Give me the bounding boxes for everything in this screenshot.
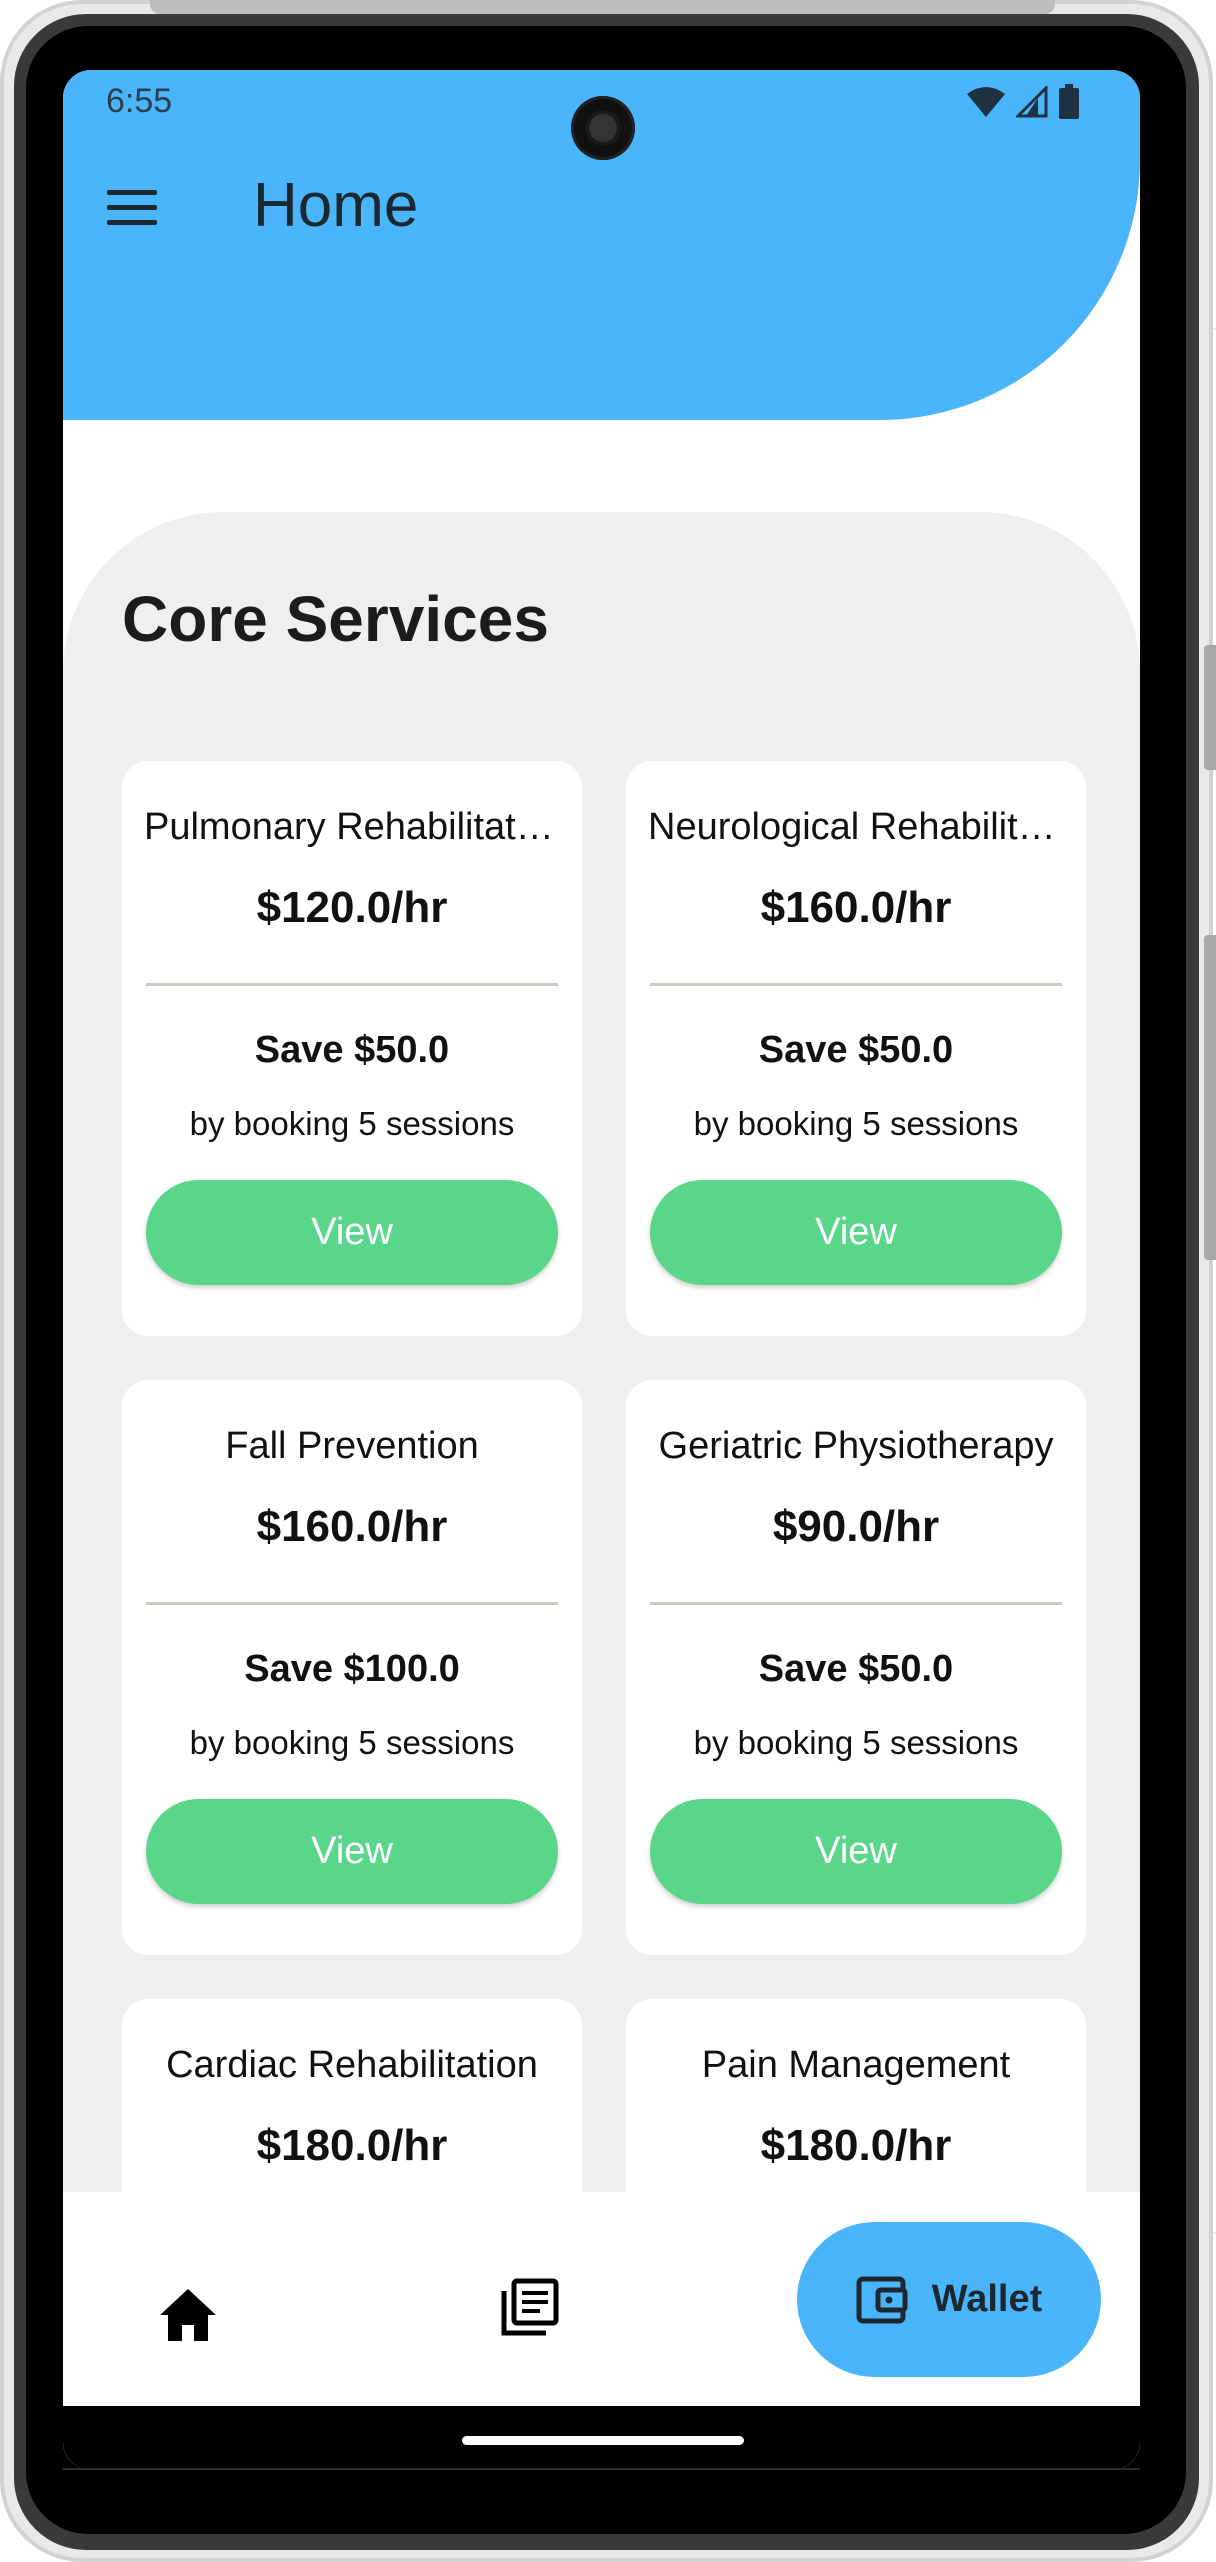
- status-time: 6:55: [106, 82, 173, 120]
- view-button[interactable]: View: [650, 1799, 1062, 1904]
- wallet-label: Wallet: [931, 2278, 1043, 2320]
- device-volume-button: [1204, 645, 1216, 770]
- service-price: $180.0/hr: [256, 2121, 448, 2170]
- service-price: $160.0/hr: [760, 883, 952, 932]
- page-title: Home: [253, 171, 419, 240]
- service-card: Neurological Rehabilitation $160.0/hr Sa…: [626, 761, 1086, 1336]
- wallet-nav-button[interactable]: Wallet: [797, 2222, 1101, 2377]
- service-name: Cardiac Rehabilitation: [166, 2044, 538, 2086]
- orders-icon[interactable]: [500, 2277, 560, 2337]
- service-card: Fall Prevention $160.0/hr Save $100.0 by…: [122, 1380, 582, 1955]
- savings-note: by booking 5 sessions: [693, 1105, 1019, 1142]
- service-savings: Save $50.0: [758, 1029, 954, 1071]
- wallet-icon: [856, 2276, 908, 2323]
- service-price: $160.0/hr: [256, 1502, 448, 1551]
- screen: 6:55 Home Core Services Pulmonary Rehabi…: [63, 70, 1140, 2470]
- service-name: Pulmonary Rehabilitation: [144, 806, 560, 848]
- device-chin-line: [63, 2468, 1140, 2470]
- status-icons: [966, 84, 1080, 120]
- card-divider: [650, 1602, 1062, 1605]
- home-icon[interactable]: [158, 2287, 218, 2343]
- signal-icon: [1016, 86, 1048, 118]
- wifi-icon: [967, 87, 1005, 117]
- service-savings: Save $50.0: [254, 1029, 450, 1071]
- service-name: Geriatric Physiotherapy: [658, 1425, 1054, 1467]
- service-card: Pulmonary Rehabilitation $120.0/hr Save …: [122, 761, 582, 1336]
- card-divider: [146, 983, 558, 986]
- service-price: $180.0/hr: [760, 2121, 952, 2170]
- savings-note: by booking 5 sessions: [693, 1724, 1019, 1761]
- savings-note: by booking 5 sessions: [189, 1724, 515, 1761]
- service-savings: Save $100.0: [244, 1648, 460, 1690]
- battery-icon: [1059, 84, 1079, 119]
- services-panel: Core Services Pulmonary Rehabilitation $…: [63, 512, 1140, 2470]
- service-name: Pain Management: [701, 2044, 1011, 2086]
- view-button[interactable]: View: [650, 1180, 1062, 1285]
- service-price: $90.0/hr: [772, 1502, 940, 1551]
- menu-icon[interactable]: [107, 182, 159, 234]
- device-power-button: [1204, 935, 1216, 1260]
- service-price: $120.0/hr: [256, 883, 448, 932]
- savings-note: by booking 5 sessions: [189, 1105, 515, 1142]
- service-card: Geriatric Physiotherapy $90.0/hr Save $5…: [626, 1380, 1086, 1955]
- gesture-bar-area: [63, 2406, 1140, 2470]
- device-top-edge: [150, 0, 1055, 14]
- front-camera: [571, 96, 635, 160]
- section-title: Core Services: [122, 583, 549, 655]
- view-button[interactable]: View: [146, 1180, 558, 1285]
- gesture-bar[interactable]: [462, 2436, 744, 2445]
- card-divider: [146, 1602, 558, 1605]
- card-divider: [650, 983, 1062, 986]
- service-savings: Save $50.0: [758, 1648, 954, 1690]
- service-name: Fall Prevention: [225, 1425, 479, 1467]
- view-button[interactable]: View: [146, 1799, 558, 1904]
- service-name: Neurological Rehabilitation: [648, 806, 1064, 848]
